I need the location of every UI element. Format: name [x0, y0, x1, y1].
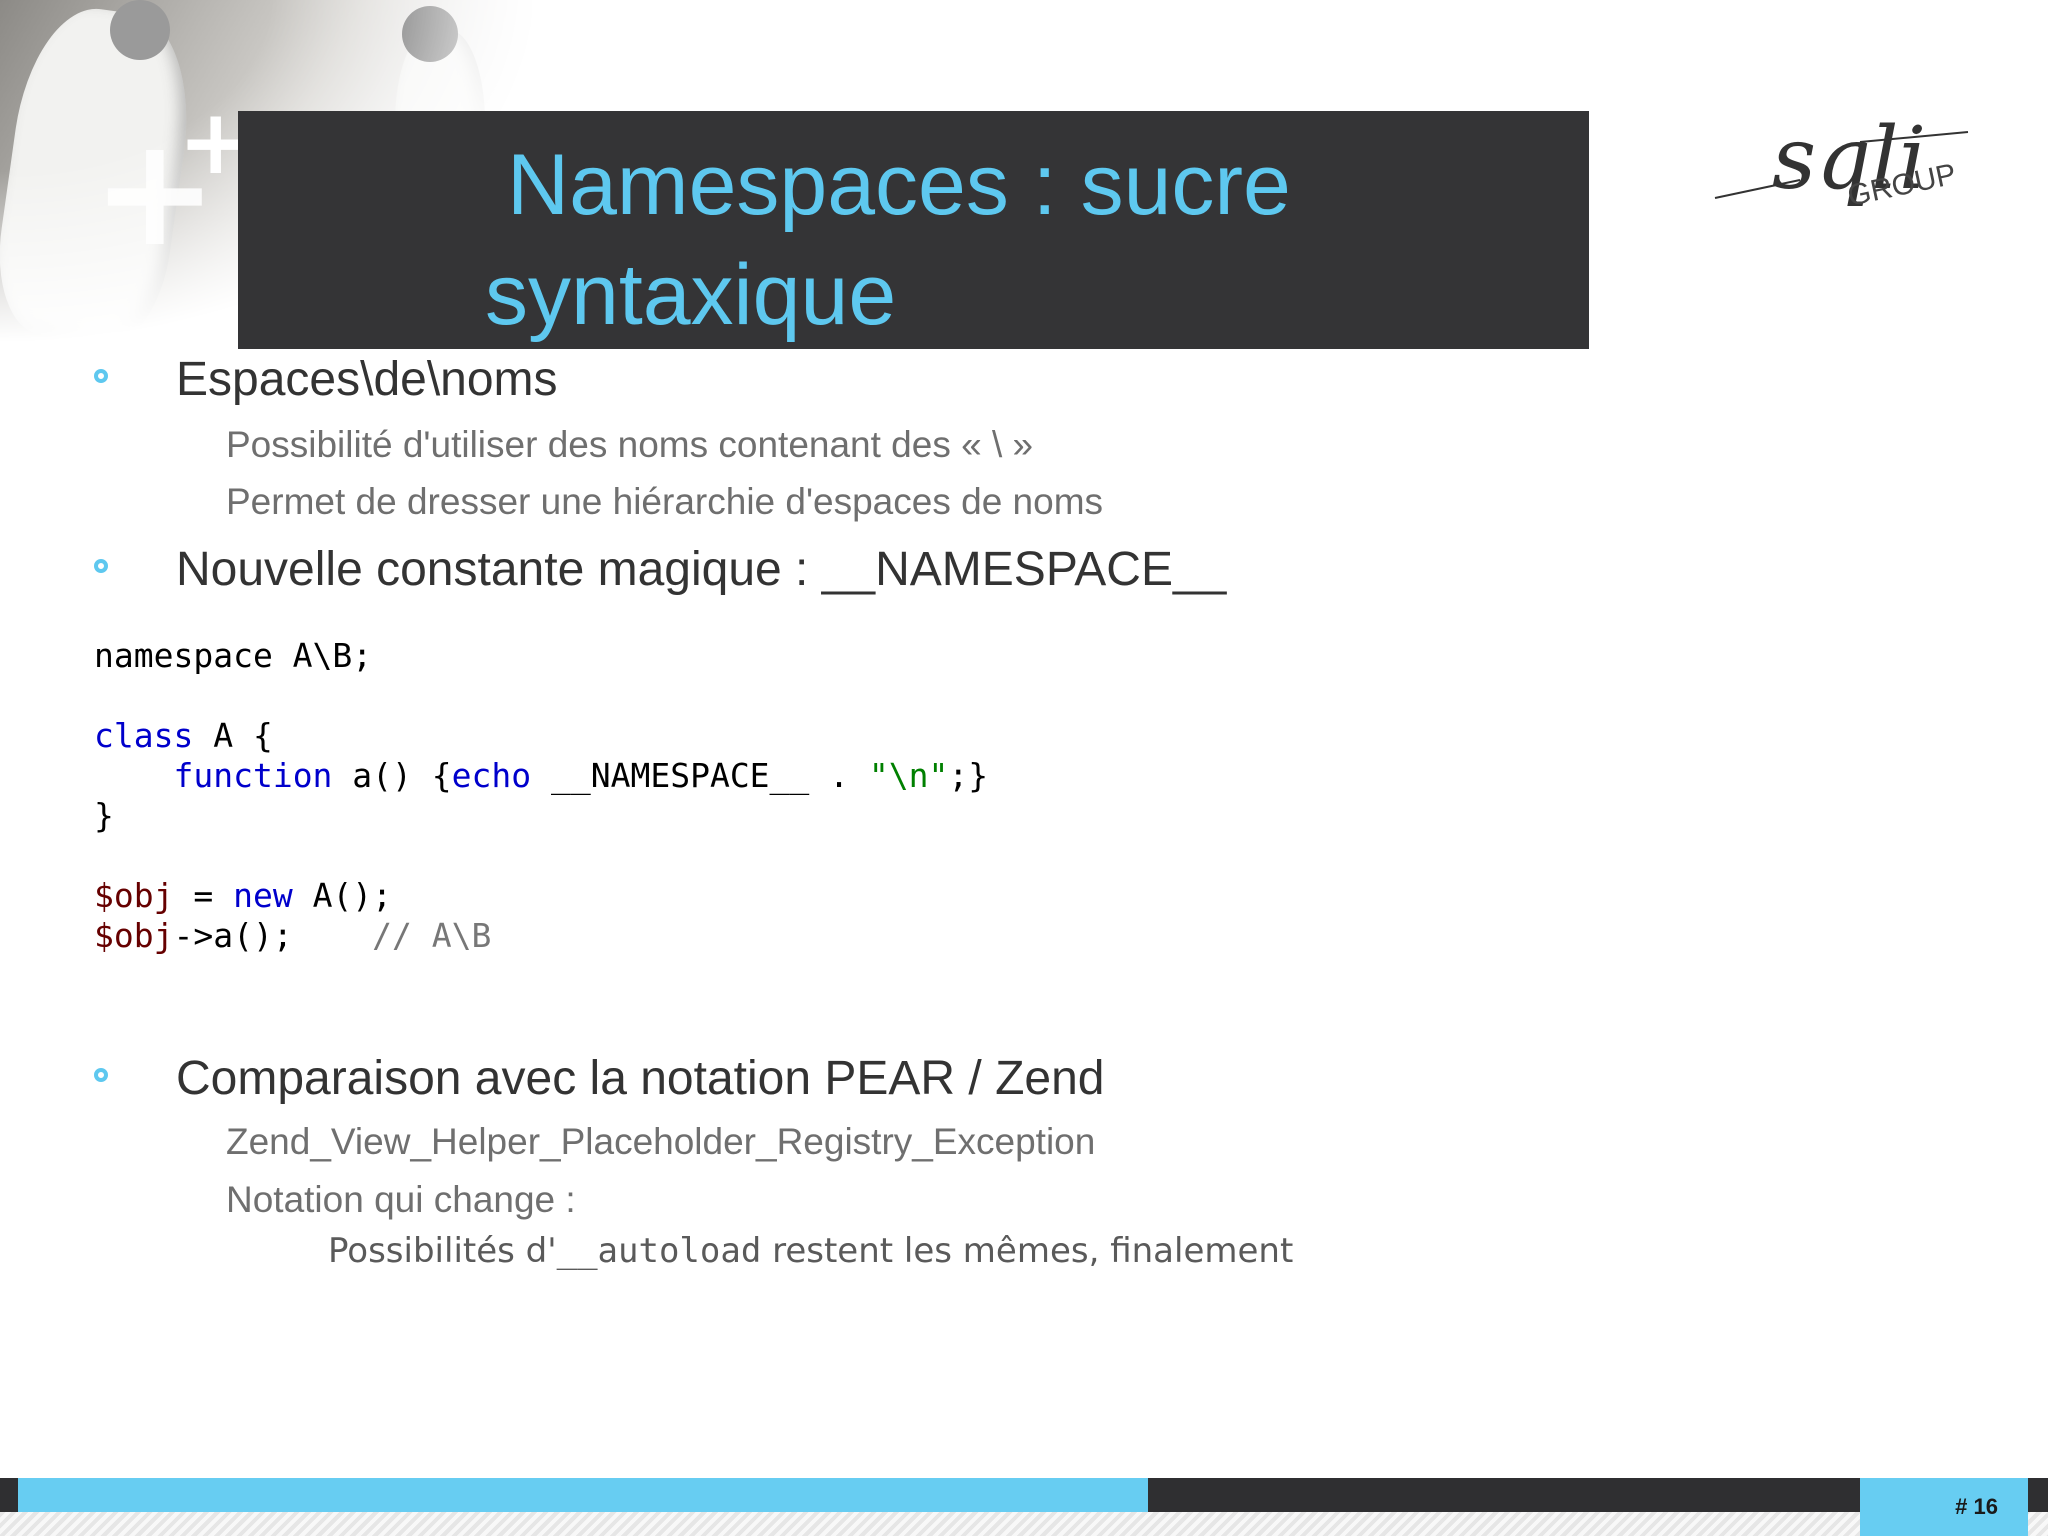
- code-var-obj: $obj: [94, 876, 174, 915]
- code-line-namespace: namespace A\B;: [94, 636, 373, 675]
- autoload-prefix: Possibilités d': [328, 1231, 557, 1271]
- sqli-logo: sqli GROUP: [1714, 109, 1969, 213]
- sub-sub-bullet-autoload: Possibilités d'__autoload restent les mê…: [328, 1231, 1293, 1271]
- autoload-code: __autoload: [556, 1231, 762, 1271]
- code-var-obj: $obj: [94, 916, 174, 955]
- bullet-dot: [94, 369, 108, 383]
- code-instantiate: A();: [292, 876, 393, 915]
- code-keyword-new: new: [233, 876, 293, 915]
- slide-title-line2: syntaxique: [485, 247, 897, 343]
- bullet-constante-magique: Nouvelle constante magique : __NAMESPACE…: [176, 543, 1227, 596]
- bullet-dot: [94, 1068, 108, 1082]
- fencer-mask-right: [402, 6, 458, 62]
- code-keyword-class: class: [94, 716, 194, 755]
- sub-bullet-notation-change: Notation qui change :: [226, 1179, 576, 1220]
- code-block: namespace A\B; class A { function a() {e…: [94, 636, 988, 956]
- page-number: # 16: [1955, 1494, 1998, 1519]
- sub-bullet-hierarchie: Permet de dresser une hiérarchie d'espac…: [226, 481, 1104, 522]
- slide-title: Namespaces : sucre syntaxique: [485, 130, 1565, 350]
- autoload-suffix: restent les mêmes, finalement: [761, 1231, 1294, 1271]
- bullet-comparaison-pear: Comparaison avec la notation PEAR / Zend: [176, 1052, 1105, 1105]
- code-keyword-function: function: [173, 756, 333, 795]
- code-assign: =: [173, 876, 234, 915]
- bullet-espaces-de-noms: Espaces\de\noms: [176, 353, 558, 406]
- code-namespace-const: __NAMESPACE__ .: [531, 756, 869, 795]
- page-number-box: # 16: [1860, 1478, 2028, 1536]
- code-close-brace: }: [94, 796, 114, 835]
- sub-bullet-zend-class: Zend_View_Helper_Placeholder_Registry_Ex…: [226, 1121, 1096, 1162]
- footer-progress-bar: [18, 1478, 1148, 1512]
- code-comment: // A\B: [372, 916, 492, 955]
- code-method-call: ->a();: [173, 916, 373, 955]
- code-class-decl: A {: [193, 716, 273, 755]
- code-string: "\n": [868, 756, 949, 795]
- code-line-end: ;}: [948, 756, 989, 795]
- sub-bullet-noms-backslash: Possibilité d'utiliser des noms contenan…: [226, 424, 1034, 465]
- code-keyword-echo: echo: [451, 756, 532, 795]
- bullet-dot: [94, 559, 108, 573]
- slide-title-line1: Namespaces : sucre: [507, 137, 1291, 233]
- code-function-name: a() {: [332, 756, 452, 795]
- footer-hatch: [0, 1512, 2048, 1536]
- fencer-mask: [110, 0, 170, 60]
